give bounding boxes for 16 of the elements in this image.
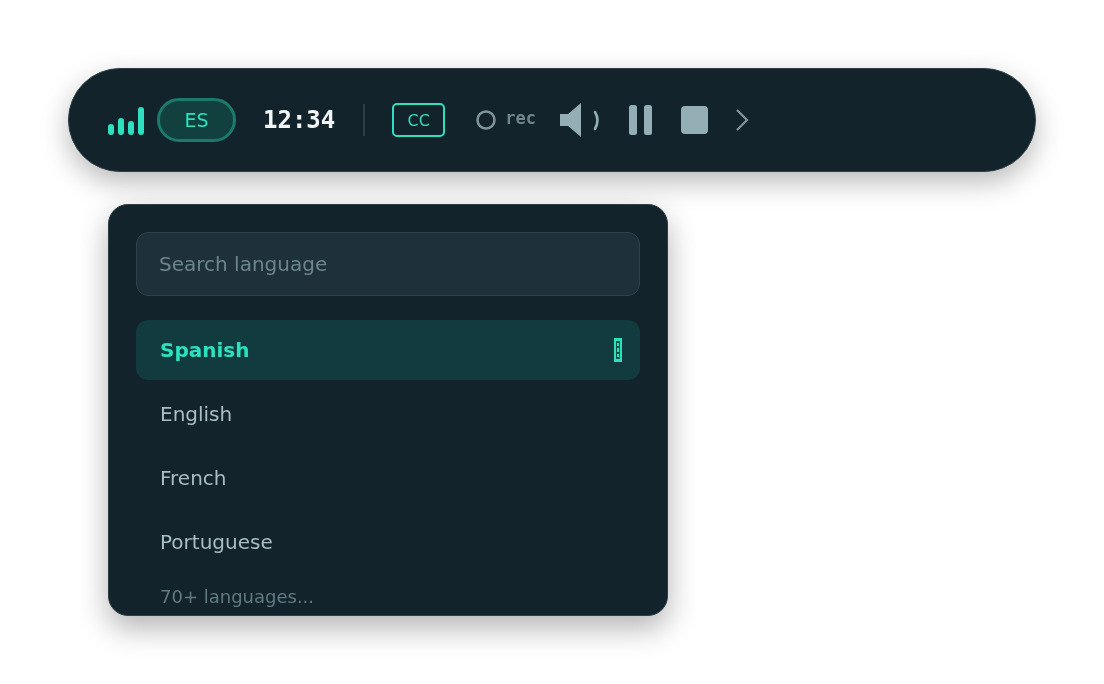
more-languages-link[interactable]: 70+ languages... bbox=[160, 586, 315, 608]
language-option[interactable]: English bbox=[136, 384, 640, 444]
search-field[interactable]: Search language bbox=[136, 232, 640, 296]
language-option[interactable]: Portuguese bbox=[136, 512, 640, 572]
chevron-right-icon[interactable] bbox=[734, 108, 749, 132]
speaker-icon[interactable] bbox=[559, 103, 602, 137]
language-option[interactable]: French bbox=[136, 448, 640, 508]
stop-icon[interactable] bbox=[680, 106, 708, 134]
language-badge[interactable]: ES bbox=[157, 98, 236, 142]
time-display: 12:34 bbox=[263, 106, 336, 134]
captions-button[interactable]: CC bbox=[392, 103, 446, 137]
pause-icon[interactable] bbox=[628, 105, 653, 135]
signal-bars-icon bbox=[108, 107, 144, 135]
selected-marker-icon bbox=[614, 338, 622, 362]
record-button[interactable]: rec bbox=[505, 108, 536, 128]
language-option[interactable]: Spanish bbox=[136, 320, 640, 380]
